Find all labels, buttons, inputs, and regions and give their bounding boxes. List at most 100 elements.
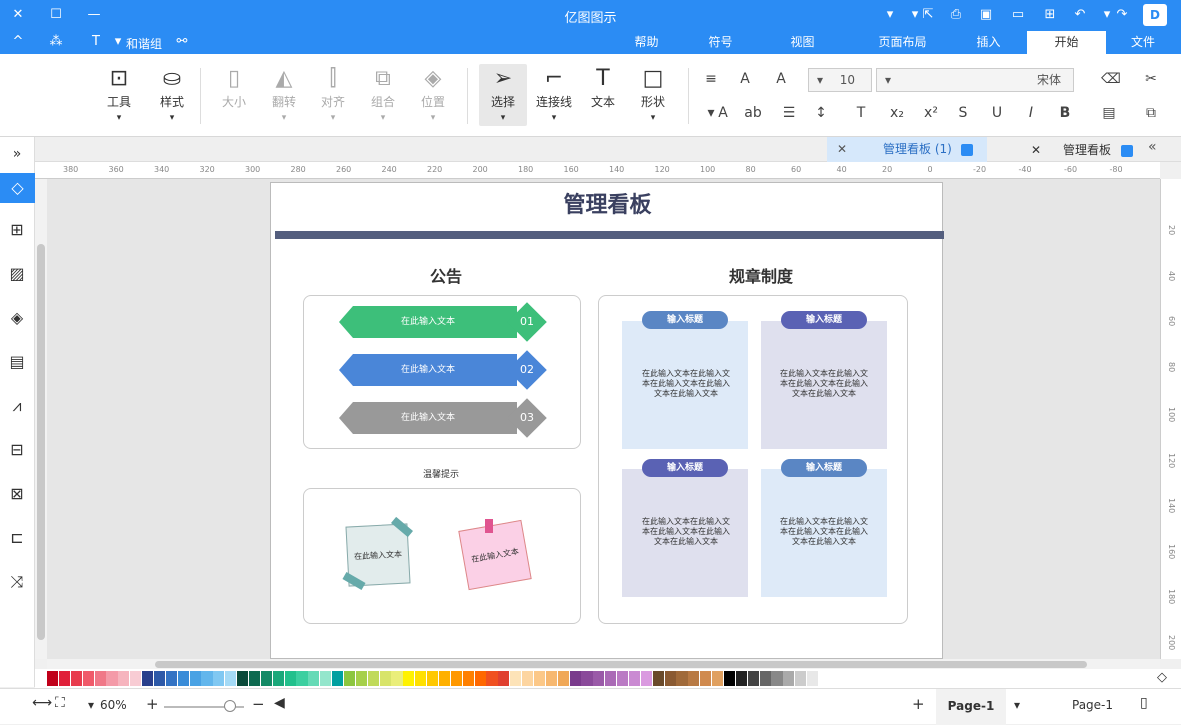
reminder-card[interactable] [303, 488, 581, 624]
component-icon[interactable]: ⊠ [6, 483, 28, 505]
color-swatch[interactable] [700, 671, 712, 686]
tools-button[interactable]: ⊡ 工具 ▾ [97, 64, 141, 126]
color-swatch[interactable] [237, 671, 249, 686]
color-swatch[interactable] [474, 671, 486, 686]
save-icon[interactable]: ▣ [976, 5, 996, 25]
collapse-tabs-icon[interactable]: « [1148, 139, 1157, 155]
shirt-icon[interactable]: T [86, 32, 106, 52]
zoom-in-icon[interactable]: + [146, 695, 159, 713]
color-swatch[interactable] [94, 671, 106, 686]
color-swatch[interactable] [617, 671, 629, 686]
layers-icon[interactable]: ◈ [6, 307, 28, 329]
note-title[interactable]: 输入标题 [642, 311, 728, 329]
color-swatch[interactable] [153, 671, 166, 686]
color-swatch[interactable] [142, 671, 154, 686]
theme-label[interactable]: 和谐组 [126, 35, 162, 52]
color-swatch[interactable] [688, 671, 700, 686]
align-button[interactable]: ⫿ 对齐 ▾ [311, 64, 355, 126]
fullscreen-icon[interactable]: ⛶ [55, 695, 65, 711]
color-swatch[interactable] [332, 671, 344, 686]
note-title[interactable]: 输入标题 [642, 459, 728, 477]
section-title-notice[interactable]: 公告 [391, 263, 501, 287]
color-swatch[interactable] [296, 671, 308, 686]
color-swatch[interactable] [676, 671, 688, 686]
section-title-rules[interactable]: 规章制度 [691, 263, 831, 287]
close-icon[interactable]: ✕ [8, 5, 28, 25]
page-selector[interactable]: Page-1 [1072, 698, 1113, 712]
paste-icon[interactable]: ▤ [1098, 102, 1120, 124]
color-swatch[interactable] [225, 671, 237, 686]
color-swatch[interactable] [355, 671, 367, 686]
fit-width-icon[interactable]: ⟷ [32, 695, 52, 711]
color-swatch[interactable] [177, 671, 189, 686]
color-swatch[interactable] [106, 671, 118, 686]
color-swatch[interactable] [118, 671, 130, 686]
color-swatch[interactable] [379, 671, 391, 686]
text-format-icon[interactable]: T [850, 102, 872, 124]
color-swatch[interactable] [201, 671, 213, 686]
underline-icon[interactable]: U [986, 102, 1008, 124]
note-title[interactable]: 输入标题 [781, 311, 867, 329]
color-swatch[interactable] [403, 671, 415, 686]
color-swatch[interactable] [498, 671, 510, 686]
color-swatch[interactable] [795, 671, 807, 686]
color-swatch[interactable] [320, 671, 332, 686]
board-title[interactable]: 管理看板 [271, 187, 944, 219]
color-swatch[interactable] [415, 671, 427, 686]
arrow-item-2[interactable]: 在此输入文本 [339, 354, 517, 386]
color-swatch[interactable] [58, 671, 71, 686]
color-swatch[interactable] [82, 671, 94, 686]
color-swatch[interactable] [533, 671, 546, 686]
tab-help[interactable]: 帮助 [614, 31, 679, 54]
new-icon[interactable]: ⊞ [1040, 5, 1060, 25]
position-button[interactable]: ◈ 位置 ▾ [411, 64, 455, 126]
color-swatch[interactable] [545, 671, 557, 686]
size-button[interactable]: ▯ 大小 [212, 64, 256, 126]
redo-icon[interactable]: ↷ [1112, 5, 1132, 25]
vertical-scroll-thumb[interactable] [37, 244, 45, 640]
bullets-icon[interactable]: ☰ [778, 102, 800, 124]
fill-bucket-icon[interactable]: ◇ [1157, 670, 1167, 685]
page[interactable]: 管理看板 规章制度 公告 在此输入文本 01 在此输入文本 02 在此输入文本 … [270, 182, 944, 659]
color-swatch[interactable] [213, 671, 225, 686]
color-swatch[interactable] [284, 671, 296, 686]
export-icon[interactable]: ⇱ [918, 5, 938, 25]
color-swatch[interactable] [130, 671, 142, 686]
color-swatch[interactable] [664, 671, 676, 686]
timeline-icon[interactable]: ⊏ [6, 527, 28, 549]
color-swatch[interactable] [652, 671, 664, 686]
reminder-title[interactable]: 温馨提示 [401, 467, 481, 480]
play-icon[interactable]: ◀ [274, 695, 285, 711]
shape-button[interactable]: □ 形状 ▾ [631, 64, 675, 126]
cut-icon[interactable]: ✂ [1140, 68, 1162, 90]
font-name-field[interactable]: ▾ 宋体 [876, 68, 1074, 92]
vertical-scrollbar[interactable] [35, 162, 47, 659]
tab-insert[interactable]: 插入 [950, 31, 1027, 54]
color-swatch[interactable] [462, 671, 474, 686]
color-swatch[interactable] [771, 671, 783, 686]
fill-format-icon[interactable]: ◇ [0, 173, 35, 203]
color-swatch[interactable] [593, 671, 605, 686]
canvas[interactable]: 管理看板 规章制度 公告 在此输入文本 01 在此输入文本 02 在此输入文本 … [47, 179, 1160, 659]
color-swatch[interactable] [605, 671, 617, 686]
color-swatch[interactable] [522, 671, 534, 686]
table-icon[interactable]: ⊟ [6, 439, 28, 461]
close-icon[interactable]: ✕ [1031, 139, 1041, 162]
color-swatch[interactable] [735, 671, 747, 686]
note-body[interactable]: 在此输入文本在此输入文本在此输入文本在此输入文本在此输入文本 [779, 369, 869, 399]
text-bg-icon[interactable]: ab [742, 102, 764, 124]
note-body[interactable]: 在此输入文本在此输入文本在此输入文本在此输入文本在此输入文本 [641, 517, 731, 547]
collapse-ribbon-icon[interactable]: ^ [8, 32, 28, 52]
color-swatch[interactable] [248, 671, 261, 686]
format-painter-icon[interactable]: ⌫ [1100, 68, 1122, 90]
tab-symbols[interactable]: 符号 [688, 31, 753, 54]
flip-button[interactable]: ◭ 翻转 ▾ [262, 64, 306, 126]
page-tab[interactable]: Page-1 [936, 689, 1006, 725]
color-swatch[interactable] [510, 671, 522, 686]
italic-icon[interactable]: I [1020, 102, 1042, 124]
color-swatch[interactable] [747, 671, 759, 686]
decrease-font-icon[interactable]: A [734, 68, 756, 90]
bold-icon[interactable]: B [1054, 102, 1076, 124]
color-swatch[interactable] [391, 671, 403, 686]
zoom-dropdown-icon[interactable]: ▾ [88, 698, 94, 712]
